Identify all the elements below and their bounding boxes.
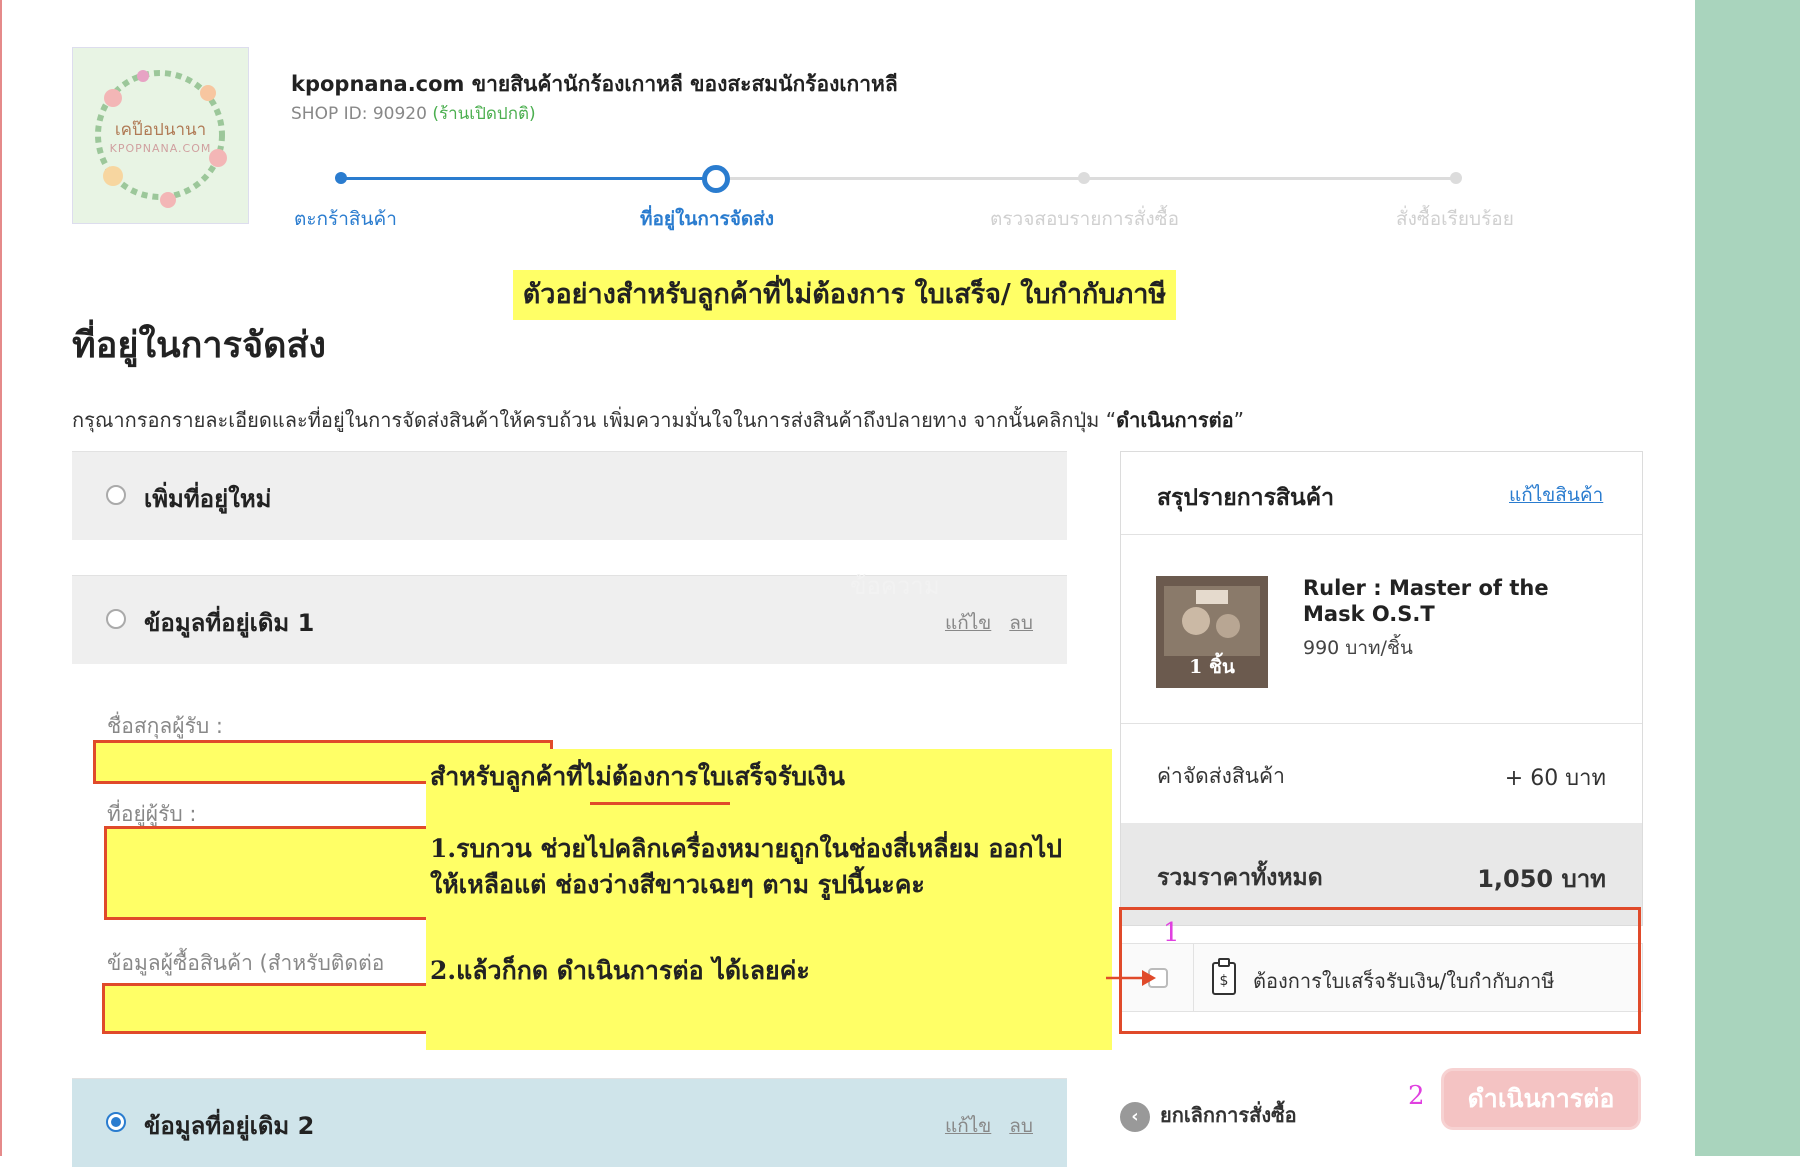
proceed-button[interactable]: ดำเนินการต่อ — [1441, 1068, 1641, 1130]
total-value: 1,050 บาท — [1477, 865, 1606, 893]
page-right-strip — [1695, 0, 1800, 1156]
shop-id-text: SHOP ID: 90920 — [291, 104, 427, 124]
back-chevron-icon: ‹ — [1120, 1101, 1150, 1132]
shop-name: kpopnana.com ขายสินค้านักร้องเกาหลี ของส… — [291, 72, 898, 96]
total-label: รวมราคาทั้งหมด — [1157, 865, 1323, 891]
edit-address-2-link[interactable]: แก้ไข — [945, 1115, 991, 1137]
annotation-red-box — [1119, 907, 1641, 1034]
logo-text: เคป๊อปนานา — [114, 120, 207, 140]
address-option-label: ข้อมูลที่อยู่เดิม 2 — [144, 1112, 315, 1140]
annotation-number-2: 2 — [1408, 1081, 1425, 1111]
radio-new-address[interactable] — [106, 485, 126, 505]
ghost-text: ข้อความ — [850, 572, 940, 600]
instruction-end: ” — [1233, 408, 1244, 432]
note-line-3: ให้เหลือแต่ ช่องว่างสีขาวเฉยๆ ตาม รูปนี้… — [430, 870, 925, 899]
product-price: 990 บาท/ชิ้น — [1303, 637, 1413, 659]
note-line-4: 2.แล้วก็กด ดำเนินการต่อ ได้เลยค่ะ — [430, 956, 810, 985]
step-line-done — [341, 177, 715, 180]
product-name: Ruler : Master of the Mask O.S.T — [1303, 576, 1549, 626]
recipient-name-label: ชื่อสกุลผู้รับ : — [107, 714, 223, 738]
annotation-number-1: 1 — [1163, 918, 1180, 948]
radio-old-address-2[interactable] — [106, 1112, 126, 1132]
step-shipping-address: ที่อยู่ในการจัดส่ง — [640, 208, 775, 230]
address-option-new[interactable]: เพิ่มที่อยู่ใหม่ — [72, 451, 1067, 540]
page-left-border — [0, 0, 2, 1156]
annotation-arrow-icon — [1106, 970, 1156, 986]
step-order-complete: สั่งซื้อเรียบร้อย — [1396, 208, 1514, 230]
shop-logo: เคป๊อปนานา KPOPNANA.COM — [72, 47, 249, 224]
edit-address-1-link[interactable]: แก้ไข — [945, 612, 991, 634]
step-dot-4 — [1450, 172, 1462, 184]
instruction-note: สำหรับลูกค้าที่ไม่ต้องการใบเสร็จรับเงิน … — [426, 749, 1112, 1050]
cancel-order-label: ยกเลิกการสั่งซื้อ — [1160, 1103, 1297, 1127]
delete-address-2-link[interactable]: ลบ — [1009, 1115, 1033, 1137]
delete-address-1-link[interactable]: ลบ — [1009, 612, 1033, 634]
instruction-main: กรุณากรอกรายละเอียดและที่อยู่ในการจัดส่ง… — [72, 408, 1117, 432]
summary-divider — [1121, 534, 1642, 535]
buyer-info-label: ข้อมูลผู้ซื้อสินค้า (สำหรับติดต่อ — [107, 951, 385, 975]
step-dot-1 — [335, 172, 347, 184]
shop-id: SHOP ID: 90920 (ร้านเปิดปกติ) — [291, 100, 536, 127]
step-cart[interactable]: ตะกร้าสินค้า — [294, 204, 397, 234]
shipping-label: ค่าจัดส่งสินค้า — [1157, 764, 1285, 788]
cancel-order-button[interactable]: ‹ ยกเลิกการสั่งซื้อ — [1120, 1099, 1297, 1132]
address-option-old-2[interactable]: ข้อมูลที่อยู่เดิม 2 แก้ไข ลบ — [72, 1078, 1067, 1167]
buyer-info-field[interactable] — [102, 983, 442, 1034]
address-actions: แก้ไข ลบ — [927, 1111, 1033, 1141]
edit-products-link[interactable]: แก้ไขสินค้า — [1509, 480, 1603, 510]
step-dot-3 — [1078, 172, 1090, 184]
address-actions: แก้ไข ลบ — [927, 608, 1033, 638]
instruction-bold: ดำเนินการต่อ — [1116, 408, 1234, 432]
note-line-1: สำหรับลูกค้าที่ไม่ต้องการใบเสร็จรับเงิน — [430, 762, 845, 791]
shipping-value: + 60 บาท — [1504, 766, 1606, 791]
note-line-2: 1.รบกวน ช่วยไปคลิกเครื่องหมายถูกในช่องสี… — [430, 834, 1063, 863]
shop-status: (ร้านเปิดปกติ) — [432, 104, 536, 124]
address-option-label: ข้อมูลที่อยู่เดิม 1 — [144, 609, 315, 637]
logo-subtext: KPOPNANA.COM — [109, 142, 212, 155]
recipient-address-field[interactable] — [104, 826, 439, 920]
product-quantity: 1 ชิ้น — [1189, 656, 1235, 678]
product-thumbnail[interactable]: 1 ชิ้น — [1156, 576, 1268, 688]
radio-old-address-1[interactable] — [106, 609, 126, 629]
page-title: ที่อยู่ในการจัดส่ง — [72, 325, 327, 366]
instruction-text: กรุณากรอกรายละเอียดและที่อยู่ในการจัดส่ง… — [72, 404, 1244, 436]
example-banner: ตัวอย่างสำหรับลูกค้าที่ไม่ต้องการ ใบเสร็… — [513, 270, 1176, 320]
step-review-order: ตรวจสอบรายการสั่งซื้อ — [990, 208, 1179, 230]
order-summary-title: สรุปรายการสินค้า — [1157, 485, 1334, 511]
address-option-label: เพิ่มที่อยู่ใหม่ — [144, 485, 272, 513]
summary-divider — [1121, 723, 1642, 724]
step-dot-2 — [702, 165, 730, 193]
note-underline — [590, 802, 730, 805]
